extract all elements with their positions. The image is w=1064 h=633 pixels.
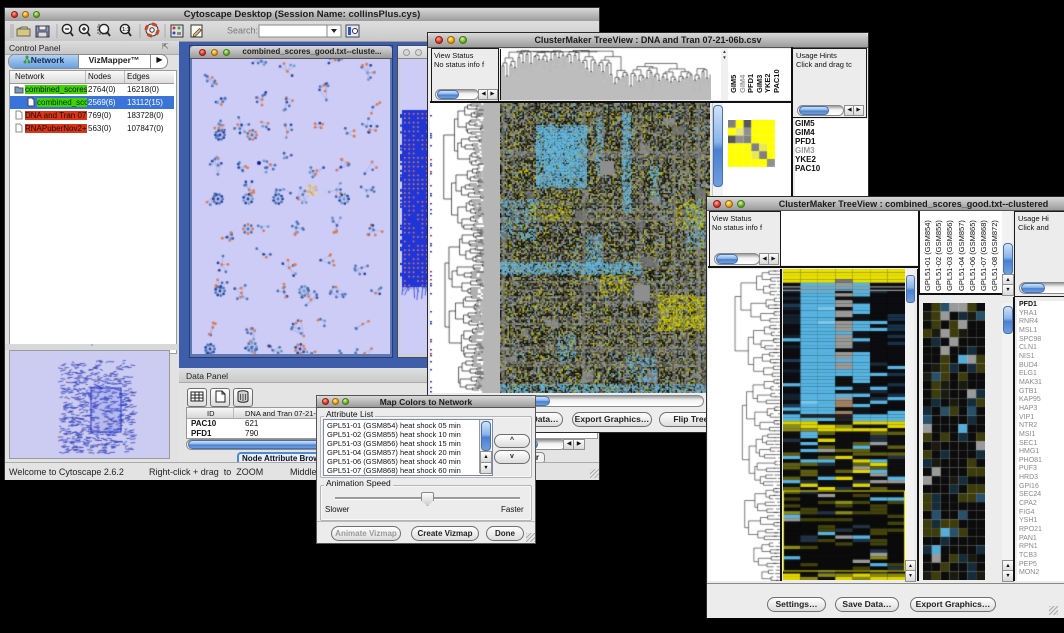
- svg-text:Search:: Search:: [227, 26, 258, 36]
- svg-text:1:1: 1:1: [122, 27, 129, 33]
